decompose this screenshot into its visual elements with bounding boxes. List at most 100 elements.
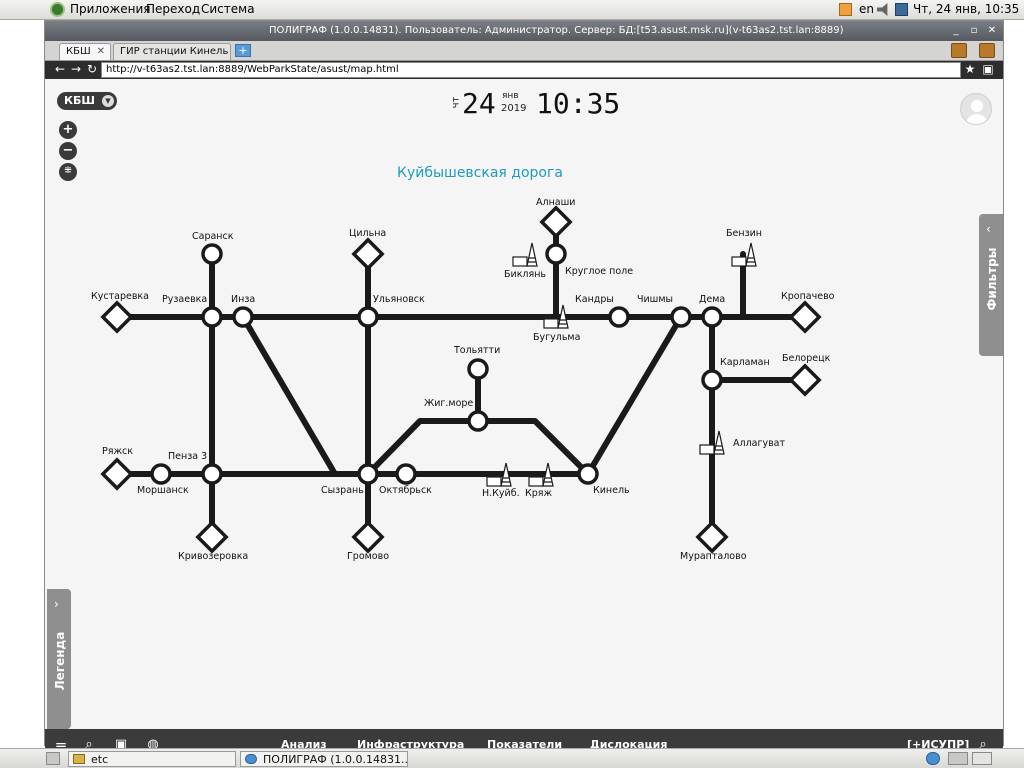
- border-beloretsk[interactable]: [788, 363, 822, 397]
- label-krugloe-pole: Круглое поле: [565, 266, 633, 277]
- station-ulyanovsk[interactable]: [357, 306, 379, 328]
- filters-panel-tab[interactable]: ‹ Фильтры: [979, 214, 1003, 356]
- label-tolyatti: Тольятти: [453, 345, 500, 356]
- task-poligraf[interactable]: ПОЛИГРАФ (1.0.0.14831...: [240, 751, 408, 767]
- station-saransk[interactable]: [201, 243, 223, 265]
- border-ryazhsk[interactable]: [100, 457, 134, 491]
- station-morshansk[interactable]: [150, 463, 172, 485]
- extension-megaphone-icon[interactable]: [951, 43, 967, 58]
- reload-icon[interactable]: ↻: [85, 62, 99, 76]
- extension-grid-icon[interactable]: [979, 43, 995, 58]
- label-syzran: Сызрань: [321, 485, 364, 496]
- border-kustarevka[interactable]: [100, 300, 134, 334]
- chevron-right-icon: ›: [54, 597, 59, 611]
- distro-logo-icon[interactable]: [50, 2, 65, 17]
- label-dema: Дема: [699, 294, 725, 305]
- station-penza3[interactable]: [201, 463, 223, 485]
- border-muraptalovo[interactable]: [695, 520, 729, 554]
- minimize-icon[interactable]: _: [949, 24, 963, 37]
- station-karlaman[interactable]: [701, 369, 723, 391]
- navigation-bar: ← → ↻ http://v-t63as2.tst.lan:8889/WebPa…: [45, 61, 1003, 79]
- line-inza-syzran: [240, 314, 338, 477]
- system-menu[interactable]: Система: [201, 2, 255, 16]
- railway-scheme: Саранск Кустаревка Рузаевка Инза Цильна …: [91, 197, 835, 562]
- map-page: КБШ ▼ + − ⁜ чт 24 янв 2019 10:35 Куйбыше…: [45, 79, 1003, 761]
- address-input[interactable]: http://v-t63as2.tst.lan:8889/WebParkStat…: [101, 62, 961, 78]
- label-ruzaevka: Рузаевка: [162, 294, 207, 305]
- tab-strip: КБШ ✕ ГИР станции Кинель✕ +: [45, 41, 1003, 61]
- border-gromovo[interactable]: [351, 520, 385, 554]
- chevron-left-icon: ‹: [986, 222, 991, 236]
- label-murapta: Мурапталово: [680, 551, 747, 562]
- station-dema[interactable]: [701, 306, 723, 328]
- window-title: ПОЛИГРАФ (1.0.0.14831). Пользователь: Ад…: [269, 25, 844, 36]
- station-inza[interactable]: [232, 306, 254, 328]
- bookmark-star-icon[interactable]: ★: [963, 62, 977, 76]
- label-alnashi: Алнаши: [536, 197, 575, 208]
- workspace-switcher-icon[interactable]: [926, 752, 940, 765]
- legend-label: Легенда: [53, 631, 67, 691]
- places-menu[interactable]: Переход: [146, 2, 200, 16]
- station-syzran[interactable]: [357, 463, 379, 485]
- task-etc[interactable]: etc: [68, 751, 236, 767]
- label-kustarevka: Кустаревка: [91, 291, 149, 302]
- label-zhig-more: Жиг.море: [424, 398, 473, 409]
- label-saransk: Саранск: [192, 231, 234, 242]
- station-krugloe-pole[interactable]: [545, 243, 567, 265]
- station-kinel[interactable]: [577, 463, 599, 485]
- station-tolyatti[interactable]: [467, 358, 489, 380]
- station-oktyabrsk[interactable]: [395, 463, 417, 485]
- border-kropachevo[interactable]: [788, 300, 822, 334]
- keyboard-layout[interactable]: en: [859, 2, 874, 16]
- volume-icon[interactable]: [877, 3, 888, 16]
- tab-kbsh[interactable]: КБШ ✕: [59, 43, 111, 60]
- tab-close-icon[interactable]: ✕: [97, 46, 105, 57]
- applications-menu[interactable]: Приложения: [70, 2, 151, 16]
- legend-panel-tab[interactable]: › Легенда: [47, 589, 71, 729]
- label-beloretsk: Белорецк: [782, 353, 831, 364]
- tab-label: ГИР станции Кинель: [120, 46, 229, 57]
- station-zhig-more[interactable]: [467, 410, 489, 432]
- browser-window: ПОЛИГРАФ (1.0.0.14831). Пользователь: Ад…: [44, 20, 1004, 761]
- label-ryazhsk: Ряжск: [102, 446, 133, 457]
- label-ulyanovsk: Ульяновск: [373, 294, 425, 305]
- workspace-1[interactable]: [948, 752, 968, 765]
- label-kinel: Кинель: [593, 485, 630, 496]
- label-chishmy: Чишмы: [637, 294, 673, 305]
- label-kandry: Кандры: [575, 294, 614, 305]
- depot-biklyan-icon[interactable]: [512, 242, 538, 267]
- back-icon[interactable]: ←: [53, 62, 67, 76]
- maximize-icon[interactable]: ▫: [967, 24, 981, 37]
- label-morshansk: Моршанск: [137, 485, 189, 496]
- label-allaguvat: Аллагуват: [733, 438, 785, 449]
- new-tab-button[interactable]: +: [235, 44, 251, 57]
- station-ruzaevka[interactable]: [201, 306, 223, 328]
- workspace-2[interactable]: [972, 752, 992, 765]
- tab-label: КБШ: [66, 46, 91, 57]
- forward-icon[interactable]: →: [69, 62, 83, 76]
- window-titlebar: ПОЛИГРАФ (1.0.0.14831). Пользователь: Ад…: [45, 21, 1003, 41]
- task-label: ПОЛИГРАФ (1.0.0.14831...: [263, 753, 408, 766]
- station-kandry[interactable]: [608, 306, 630, 328]
- filters-label: Фильтры: [985, 247, 999, 311]
- tab-gir-kinel[interactable]: ГИР станции Кинель✕: [113, 43, 243, 60]
- border-alnashi[interactable]: [539, 205, 573, 239]
- label-bugulma: Бугульма: [533, 332, 580, 343]
- clock-applet[interactable]: Чт, 24 янв, 10:35: [913, 2, 1019, 16]
- taskbar: etc ПОЛИГРАФ (1.0.0.14831...: [0, 748, 1024, 768]
- border-tsilna[interactable]: [351, 237, 385, 271]
- show-desktop-icon[interactable]: [46, 752, 60, 765]
- folder-icon: [73, 754, 85, 764]
- notes-icon[interactable]: [839, 3, 852, 16]
- label-gromovo: Громово: [347, 551, 389, 562]
- label-kropachevo: Кропачево: [781, 291, 835, 302]
- network-icon[interactable]: [895, 3, 908, 16]
- label-biklyan: Биклянь: [504, 269, 546, 280]
- close-icon[interactable]: ✕: [985, 24, 999, 37]
- label-inza: Инза: [231, 294, 255, 305]
- station-chishmy[interactable]: [670, 306, 692, 328]
- page-menu-icon[interactable]: ▣: [981, 62, 995, 76]
- border-krivozerovka[interactable]: [195, 520, 229, 554]
- label-penza3: Пенза 3: [168, 451, 207, 462]
- label-n-kuib: Н.Куйб.: [482, 488, 520, 499]
